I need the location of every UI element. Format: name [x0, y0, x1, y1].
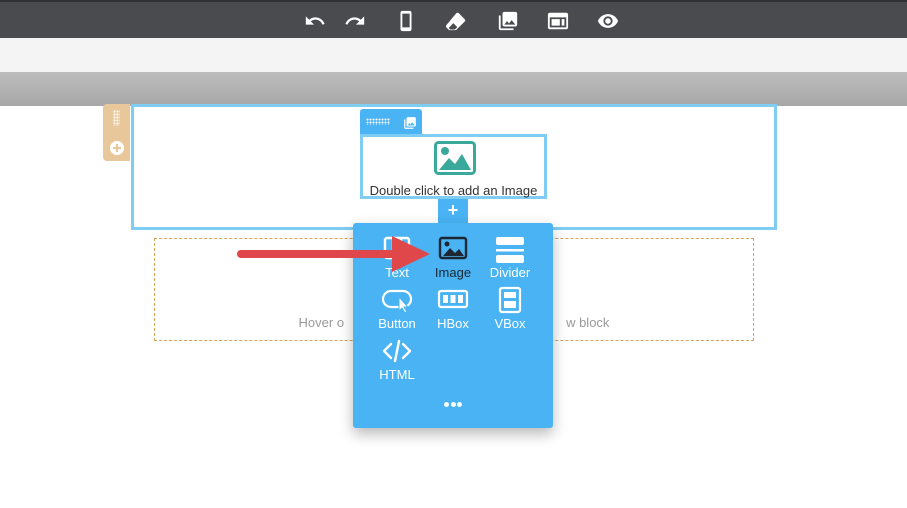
menu-item-divider[interactable]: Divider [481, 235, 539, 285]
drag-grip-icon[interactable] [113, 110, 120, 126]
cell-image-icon[interactable] [402, 116, 418, 130]
menu-item-label: HBox [437, 316, 469, 331]
dropzone-hint-right: w block [566, 315, 610, 330]
cell-toolbar [360, 109, 422, 134]
menu-item-vbox[interactable]: VBox [481, 286, 539, 336]
options-bar [0, 38, 907, 72]
image-block[interactable]: Double click to add an Image [360, 134, 547, 199]
image-gallery-icon[interactable] [495, 8, 521, 34]
annotation-arrow-icon [237, 236, 430, 272]
redo-icon[interactable] [342, 8, 368, 34]
hbox-icon [437, 289, 469, 309]
canvas-header-bar [0, 72, 907, 106]
add-row-icon[interactable] [110, 141, 124, 155]
html-code-icon [382, 339, 412, 363]
image-placeholder-icon [434, 141, 476, 175]
vbox-icon [498, 286, 522, 314]
menu-item-button[interactable]: Button [368, 286, 426, 336]
editor-page: Double click to add an Image + Hover o w … [0, 0, 907, 508]
cell-drag-icon[interactable] [366, 118, 390, 125]
image-caption: Double click to add an Image [369, 183, 538, 198]
button-icon [381, 289, 413, 314]
mobile-view-icon[interactable] [393, 8, 419, 34]
image-icon [438, 236, 468, 260]
row-handle[interactable] [103, 104, 130, 161]
menu-item-html[interactable]: HTML [368, 337, 426, 387]
preview-eye-icon[interactable] [595, 8, 621, 34]
menu-item-label: VBox [494, 316, 526, 331]
divider-icon [496, 237, 524, 263]
dropzone-hint-left: Hover o [298, 315, 345, 330]
top-toolbar [0, 0, 907, 38]
eraser-icon[interactable] [443, 8, 469, 34]
menu-item-label: Button [378, 316, 416, 331]
undo-icon[interactable] [302, 8, 328, 34]
menu-item-label: HTML [379, 367, 415, 382]
menu-item-label: Divider [489, 265, 531, 280]
layout-icon[interactable] [545, 8, 571, 34]
more-dots-icon[interactable] [444, 402, 462, 408]
add-block-button[interactable]: + [438, 199, 468, 223]
menu-item-hbox[interactable]: HBox [424, 286, 482, 336]
